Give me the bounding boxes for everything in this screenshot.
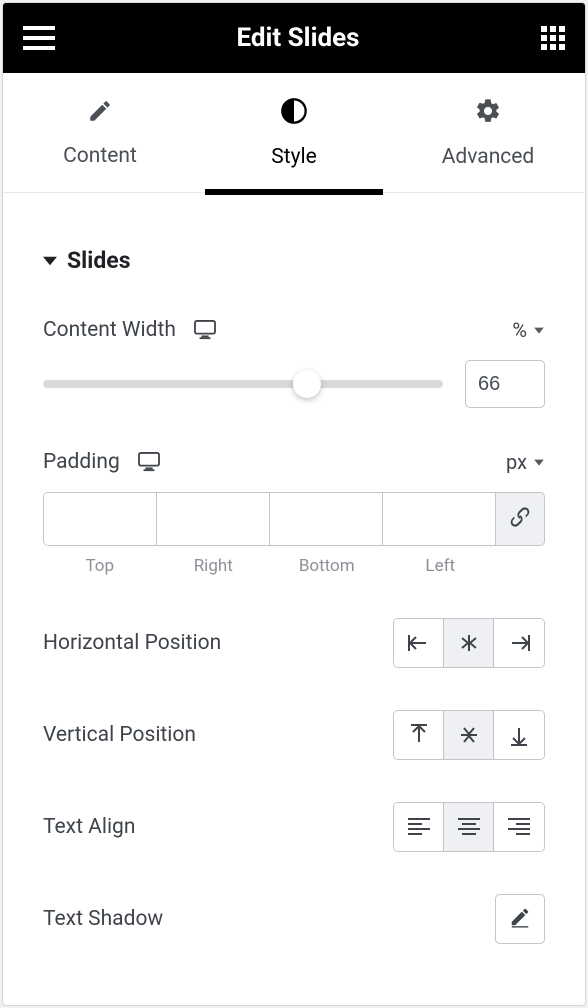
tab-label: Style bbox=[271, 145, 317, 169]
padding-top-label: Top bbox=[43, 556, 157, 576]
unit-label: % bbox=[512, 318, 527, 342]
unit-selector[interactable]: px bbox=[506, 450, 545, 474]
unit-label: px bbox=[506, 450, 527, 474]
control-padding: Padding px bbox=[43, 450, 545, 576]
gear-icon bbox=[474, 97, 502, 131]
content-width-label: Content Width bbox=[43, 318, 176, 342]
control-text-shadow: Text Shadow bbox=[43, 894, 545, 944]
link-icon bbox=[509, 506, 531, 532]
topbar: Edit Slides bbox=[3, 3, 585, 73]
section-title: Slides bbox=[67, 247, 131, 274]
vertical-position-label: Vertical Position bbox=[43, 723, 196, 747]
control-text-align: Text Align bbox=[43, 802, 545, 852]
text-shadow-label: Text Shadow bbox=[43, 907, 163, 931]
hpos-left-button[interactable] bbox=[394, 619, 444, 667]
desktop-icon[interactable] bbox=[194, 320, 216, 340]
text-shadow-edit-button[interactable] bbox=[495, 894, 545, 944]
vpos-middle-button[interactable] bbox=[444, 711, 494, 759]
half-circle-icon bbox=[280, 97, 308, 131]
control-vertical-position: Vertical Position bbox=[43, 710, 545, 760]
padding-right-input[interactable] bbox=[157, 493, 270, 545]
control-horizontal-position: Horizontal Position bbox=[43, 618, 545, 668]
padding-bottom-input[interactable] bbox=[270, 493, 383, 545]
tab-label: Content bbox=[63, 144, 137, 168]
page-title: Edit Slides bbox=[237, 23, 360, 53]
padding-top-input[interactable] bbox=[44, 493, 157, 545]
content-width-slider[interactable] bbox=[43, 370, 443, 398]
control-content-width: Content Width % bbox=[43, 318, 545, 408]
align-center-button[interactable] bbox=[444, 803, 494, 851]
pencil-icon bbox=[87, 98, 113, 130]
padding-left-label: Left bbox=[384, 556, 498, 576]
text-align-label: Text Align bbox=[43, 815, 135, 839]
apps-grid-icon[interactable] bbox=[541, 26, 565, 50]
vpos-bottom-button[interactable] bbox=[494, 711, 544, 759]
pencil-icon bbox=[509, 906, 531, 932]
align-right-button[interactable] bbox=[494, 803, 544, 851]
panel-body: Slides Content Width % bbox=[3, 193, 585, 1004]
tab-style[interactable]: Style bbox=[197, 73, 391, 192]
padding-left-input[interactable] bbox=[383, 493, 496, 545]
padding-right-label: Right bbox=[157, 556, 271, 576]
caret-down-icon bbox=[43, 254, 57, 268]
hpos-center-button[interactable] bbox=[444, 619, 494, 667]
link-values-button[interactable] bbox=[496, 493, 544, 545]
horizontal-position-label: Horizontal Position bbox=[43, 631, 221, 655]
content-width-input[interactable] bbox=[465, 360, 545, 408]
menu-icon[interactable] bbox=[23, 26, 55, 50]
editor-panel: Edit Slides Content Style Adva bbox=[2, 2, 586, 1006]
padding-label: Padding bbox=[43, 450, 120, 474]
tab-advanced[interactable]: Advanced bbox=[391, 73, 585, 192]
align-left-button[interactable] bbox=[394, 803, 444, 851]
desktop-icon[interactable] bbox=[138, 452, 160, 472]
vpos-top-button[interactable] bbox=[394, 711, 444, 759]
section-toggle-slides[interactable]: Slides bbox=[43, 223, 545, 318]
tab-content[interactable]: Content bbox=[3, 73, 197, 192]
padding-bottom-label: Bottom bbox=[270, 556, 384, 576]
hpos-right-button[interactable] bbox=[494, 619, 544, 667]
tab-label: Advanced bbox=[442, 145, 535, 169]
unit-selector[interactable]: % bbox=[512, 318, 545, 342]
tabs: Content Style Advanced bbox=[3, 73, 585, 193]
